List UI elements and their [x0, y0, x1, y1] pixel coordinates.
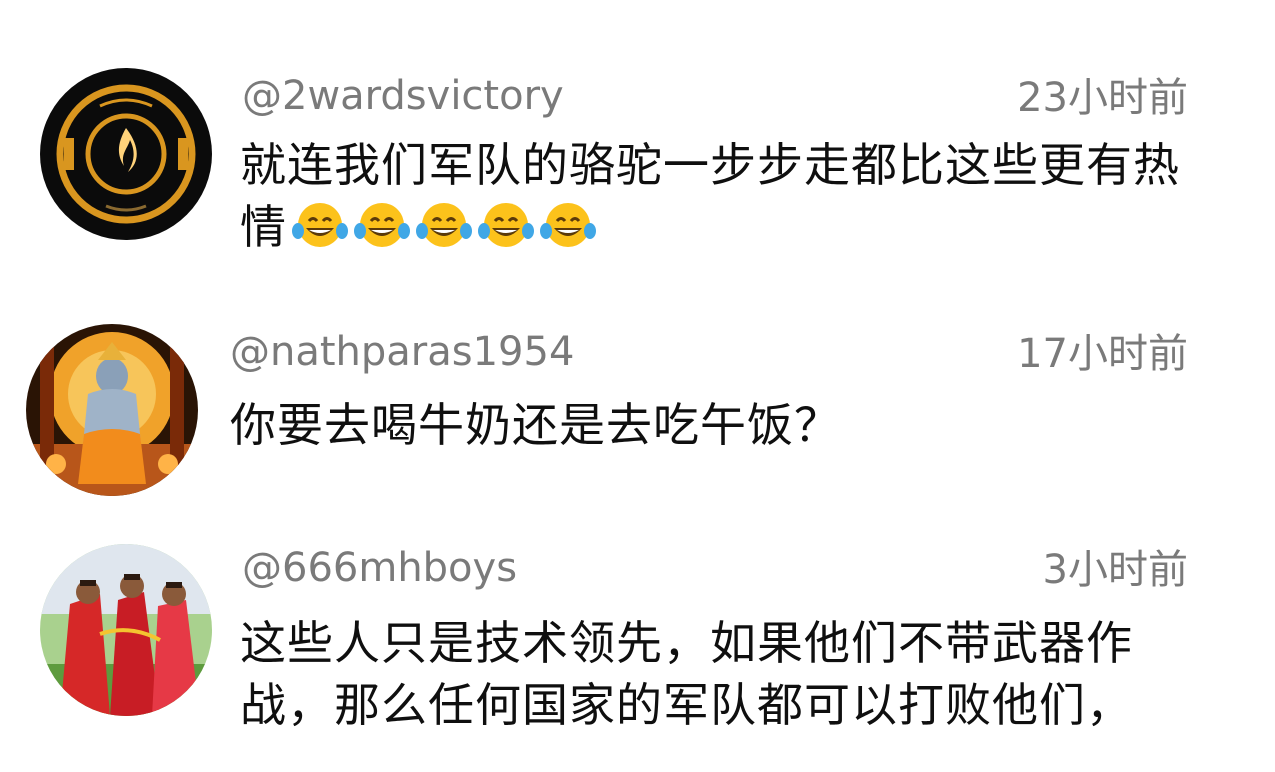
comment-text-content: 你要去喝牛奶还是去吃午饭？ [230, 398, 841, 452]
comment-timestamp: 3小时前 [1042, 547, 1188, 593]
deity-portrait-icon [26, 324, 198, 496]
tears-of-joy-emoji-icon [292, 203, 348, 247]
tears-of-joy-emoji-icon [478, 203, 534, 247]
comment-author[interactable]: @nathparas1954 [230, 332, 574, 372]
comment-text-content: 这些人只是技术领先，如果他们不带武器作战，那么任何国家的军队都可以打败他们， [240, 616, 1133, 732]
comment-timestamp: 17小时前 [1017, 331, 1188, 377]
avatar[interactable] [26, 324, 198, 496]
comment-text: 你要去喝牛奶还是去吃午饭？ [230, 394, 1180, 456]
avatar[interactable] [40, 68, 212, 240]
tears-of-joy-emoji-icon [354, 203, 410, 247]
comment-author[interactable]: @2wardsvictory [242, 76, 564, 116]
tears-of-joy-emoji-icon [416, 203, 472, 247]
comment-item: @2wardsvictory 23小时前 就连我们军队的骆驼一步步走都比这些更有… [0, 0, 1275, 300]
comment-text: 就连我们军队的骆驼一步步走都比这些更有热情 [240, 134, 1190, 258]
avatar[interactable] [40, 544, 212, 716]
emoji-group [291, 201, 597, 249]
comment-text: 这些人只是技术领先，如果他们不带武器作战，那么任何国家的军队都可以打败他们， [240, 612, 1190, 736]
comment-author[interactable]: @666mhboys [242, 548, 517, 588]
comment-item: @666mhboys 3小时前 这些人只是技术领先，如果他们不带武器作战，那么任… [0, 520, 1275, 772]
red-saree-photo-icon [40, 544, 212, 716]
comment-item: @nathparas1954 17小时前 你要去喝牛奶还是去吃午饭？ [0, 300, 1275, 520]
tears-of-joy-emoji-icon [540, 203, 596, 247]
fire-emblem-icon [40, 68, 212, 240]
comment-timestamp: 23小时前 [1017, 75, 1188, 121]
